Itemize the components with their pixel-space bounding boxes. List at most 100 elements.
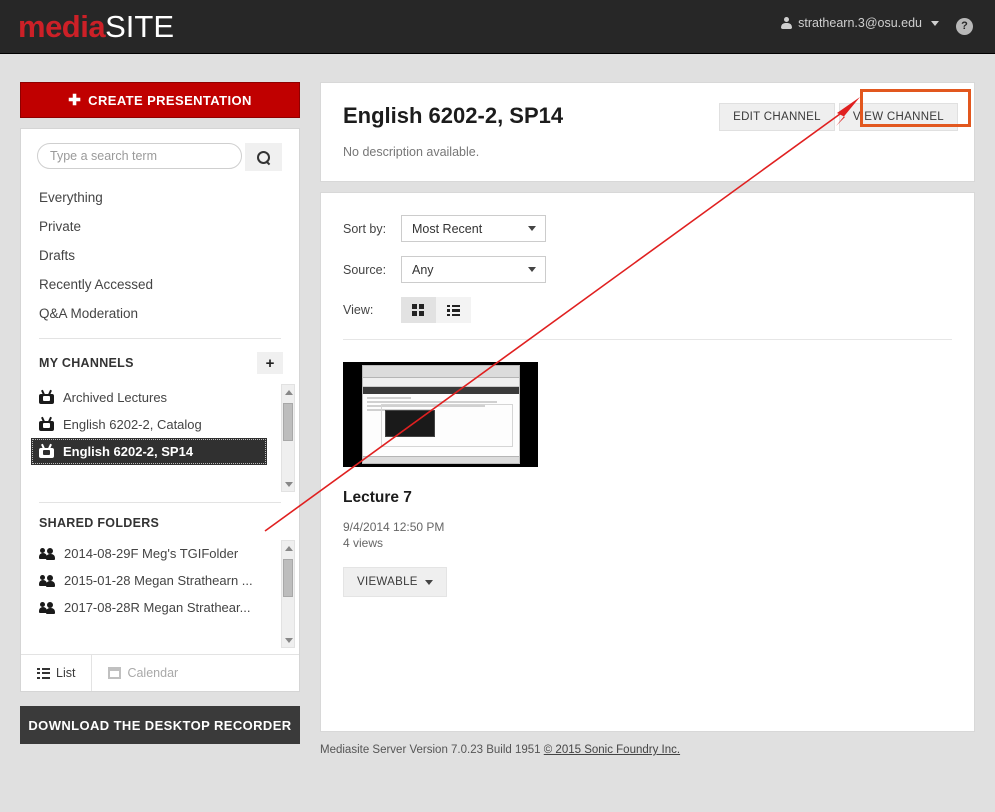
view-label: View: <box>343 303 374 317</box>
presentation-thumbnail[interactable] <box>343 362 538 467</box>
sidebar-nav-list: Everything Private Drafts Recently Acces… <box>21 181 299 328</box>
sidebar-item-private[interactable]: Private <box>21 212 299 241</box>
list-icon <box>37 667 50 679</box>
source-label: Source: <box>343 262 387 277</box>
user-icon <box>781 17 793 29</box>
screen-recording-thumbnail <box>361 365 520 464</box>
people-icon <box>39 601 55 614</box>
create-presentation-button[interactable]: ✚ CREATE PRESENTATION <box>20 82 300 118</box>
scroll-down-arrow-icon[interactable] <box>282 633 296 647</box>
shared-folder-label: 2017-08-28R Megan Strathear... <box>64 600 251 615</box>
status-badge: VIEWABLE <box>357 576 418 588</box>
my-channels-scrollbar[interactable] <box>281 384 295 492</box>
search-input[interactable] <box>37 143 242 169</box>
my-channels-header: MY CHANNELS + <box>21 339 299 384</box>
presentation-views: 4 views <box>343 536 384 550</box>
channel-label: Archived Lectures <box>63 390 168 405</box>
channel-label: English 6202-2, SP14 <box>63 444 194 459</box>
presentation-status-button[interactable]: VIEWABLE <box>343 567 447 597</box>
grid-view-button[interactable] <box>401 297 436 323</box>
presentation-card[interactable]: Lecture 7 9/4/2014 12:50 PM 4 views VIEW… <box>343 362 952 597</box>
channel-description: No description available. <box>343 145 480 159</box>
my-channels-title: MY CHANNELS <box>39 356 134 370</box>
presentation-date: 9/4/2014 12:50 PM <box>343 520 445 534</box>
sort-by-select[interactable]: Most Recent <box>401 215 546 242</box>
sidebar-panel: Everything Private Drafts Recently Acces… <box>20 128 300 692</box>
search-button[interactable] <box>245 143 282 171</box>
content-divider <box>343 339 952 340</box>
tab-list[interactable]: List <box>21 655 93 691</box>
scroll-up-arrow-icon[interactable] <box>282 385 296 399</box>
presentation-title[interactable]: Lecture 7 <box>343 489 952 507</box>
search-icon <box>257 150 270 164</box>
scroll-up-arrow-icon[interactable] <box>282 541 296 555</box>
shared-folder-item[interactable]: 2017-08-28R Megan Strathear... <box>21 594 277 621</box>
channel-tv-icon <box>39 416 54 431</box>
people-icon <box>39 547 55 560</box>
tab-calendar-label: Calendar <box>127 666 179 680</box>
people-icon <box>39 574 55 587</box>
my-channels-scroll-area: Archived Lectures English 6202-2, Catalo… <box>21 384 299 492</box>
main-content: English 6202-2, SP14 No description avai… <box>320 82 975 732</box>
list-view-icon <box>447 304 460 316</box>
presentations-card: Sort by: Most Recent Source: Any View: L… <box>320 192 975 732</box>
sidebar-item-everything[interactable]: Everything <box>21 183 299 212</box>
sidebar: ✚ CREATE PRESENTATION Everything Private… <box>20 82 300 744</box>
channel-tv-icon <box>39 443 54 458</box>
shared-folder-label: 2014-08-29F Meg's TGIFolder <box>64 546 239 561</box>
view-toggle-group <box>401 297 471 323</box>
logo-site-text: SITE <box>105 9 175 44</box>
search-row <box>21 129 299 181</box>
channel-item-english-6202-2-catalog[interactable]: English 6202-2, Catalog <box>21 411 277 438</box>
channel-label: English 6202-2, Catalog <box>63 417 202 432</box>
sort-by-label: Sort by: <box>343 221 387 236</box>
add-channel-button[interactable]: + <box>257 352 283 374</box>
sidebar-item-drafts[interactable]: Drafts <box>21 241 299 270</box>
footer-version-text: Mediasite Server Version 7.0.23 Build 19… <box>320 744 544 756</box>
edit-channel-button[interactable]: EDIT CHANNEL <box>719 103 835 131</box>
shared-folder-label: 2015-01-28 Megan Strathearn ... <box>64 573 253 588</box>
footer-copyright-link[interactable]: © 2015 Sonic Foundry Inc. <box>544 744 680 756</box>
sort-by-value: Most Recent <box>412 221 483 236</box>
shared-folder-item[interactable]: 2015-01-28 Megan Strathearn ... <box>21 567 277 594</box>
user-menu[interactable]: strathearn.3@osu.edu <box>781 16 939 30</box>
sidebar-item-qa-moderation[interactable]: Q&A Moderation <box>21 299 299 328</box>
shared-folders-header: SHARED FOLDERS <box>21 503 299 540</box>
my-channels-list: Archived Lectures English 6202-2, Catalo… <box>21 384 299 465</box>
view-row: View: <box>343 297 952 323</box>
sidebar-footer-tabs: List Calendar <box>21 654 299 691</box>
sidebar-item-recently-accessed[interactable]: Recently Accessed <box>21 270 299 299</box>
create-presentation-label: CREATE PRESENTATION <box>88 92 252 108</box>
app-logo[interactable]: mediaSITE <box>18 8 174 46</box>
logo-media-text: media <box>18 9 106 44</box>
channel-item-english-6202-2-sp14[interactable]: English 6202-2, SP14 <box>31 438 267 465</box>
source-value: Any <box>412 262 434 277</box>
scroll-down-arrow-icon[interactable] <box>282 477 296 491</box>
shared-folders-scrollbar[interactable] <box>281 540 295 648</box>
source-select[interactable]: Any <box>401 256 546 283</box>
shared-folders-title: SHARED FOLDERS <box>39 516 160 530</box>
top-bar: mediaSITE strathearn.3@osu.edu ? <box>0 0 995 54</box>
channel-item-archived-lectures[interactable]: Archived Lectures <box>21 384 277 411</box>
sort-by-row: Sort by: Most Recent <box>343 215 952 242</box>
tab-calendar[interactable]: Calendar <box>92 655 194 691</box>
user-email-label: strathearn.3@osu.edu <box>798 16 922 30</box>
plus-icon: ✚ <box>68 92 82 109</box>
channel-tv-icon <box>39 389 54 404</box>
annotation-highlight-box <box>860 89 971 127</box>
chevron-down-icon <box>528 267 536 272</box>
tab-list-label: List <box>56 666 76 680</box>
help-circle-icon[interactable]: ? <box>956 18 973 35</box>
scrollbar-thumb[interactable] <box>283 403 293 441</box>
chevron-down-icon <box>424 579 433 585</box>
list-view-button[interactable] <box>436 297 471 323</box>
download-desktop-recorder-button[interactable]: DOWNLOAD THE DESKTOP RECORDER <box>20 706 300 744</box>
chevron-down-icon <box>931 20 939 26</box>
grid-view-icon <box>412 303 425 317</box>
calendar-icon <box>108 667 122 679</box>
shared-folder-item[interactable]: 2014-08-29F Meg's TGIFolder <box>21 540 277 567</box>
scrollbar-thumb[interactable] <box>283 559 293 597</box>
chevron-down-icon <box>528 226 536 231</box>
footer-version: Mediasite Server Version 7.0.23 Build 19… <box>320 744 680 756</box>
shared-folders-scroll-area: 2014-08-29F Meg's TGIFolder 2015-01-28 M… <box>21 540 299 648</box>
